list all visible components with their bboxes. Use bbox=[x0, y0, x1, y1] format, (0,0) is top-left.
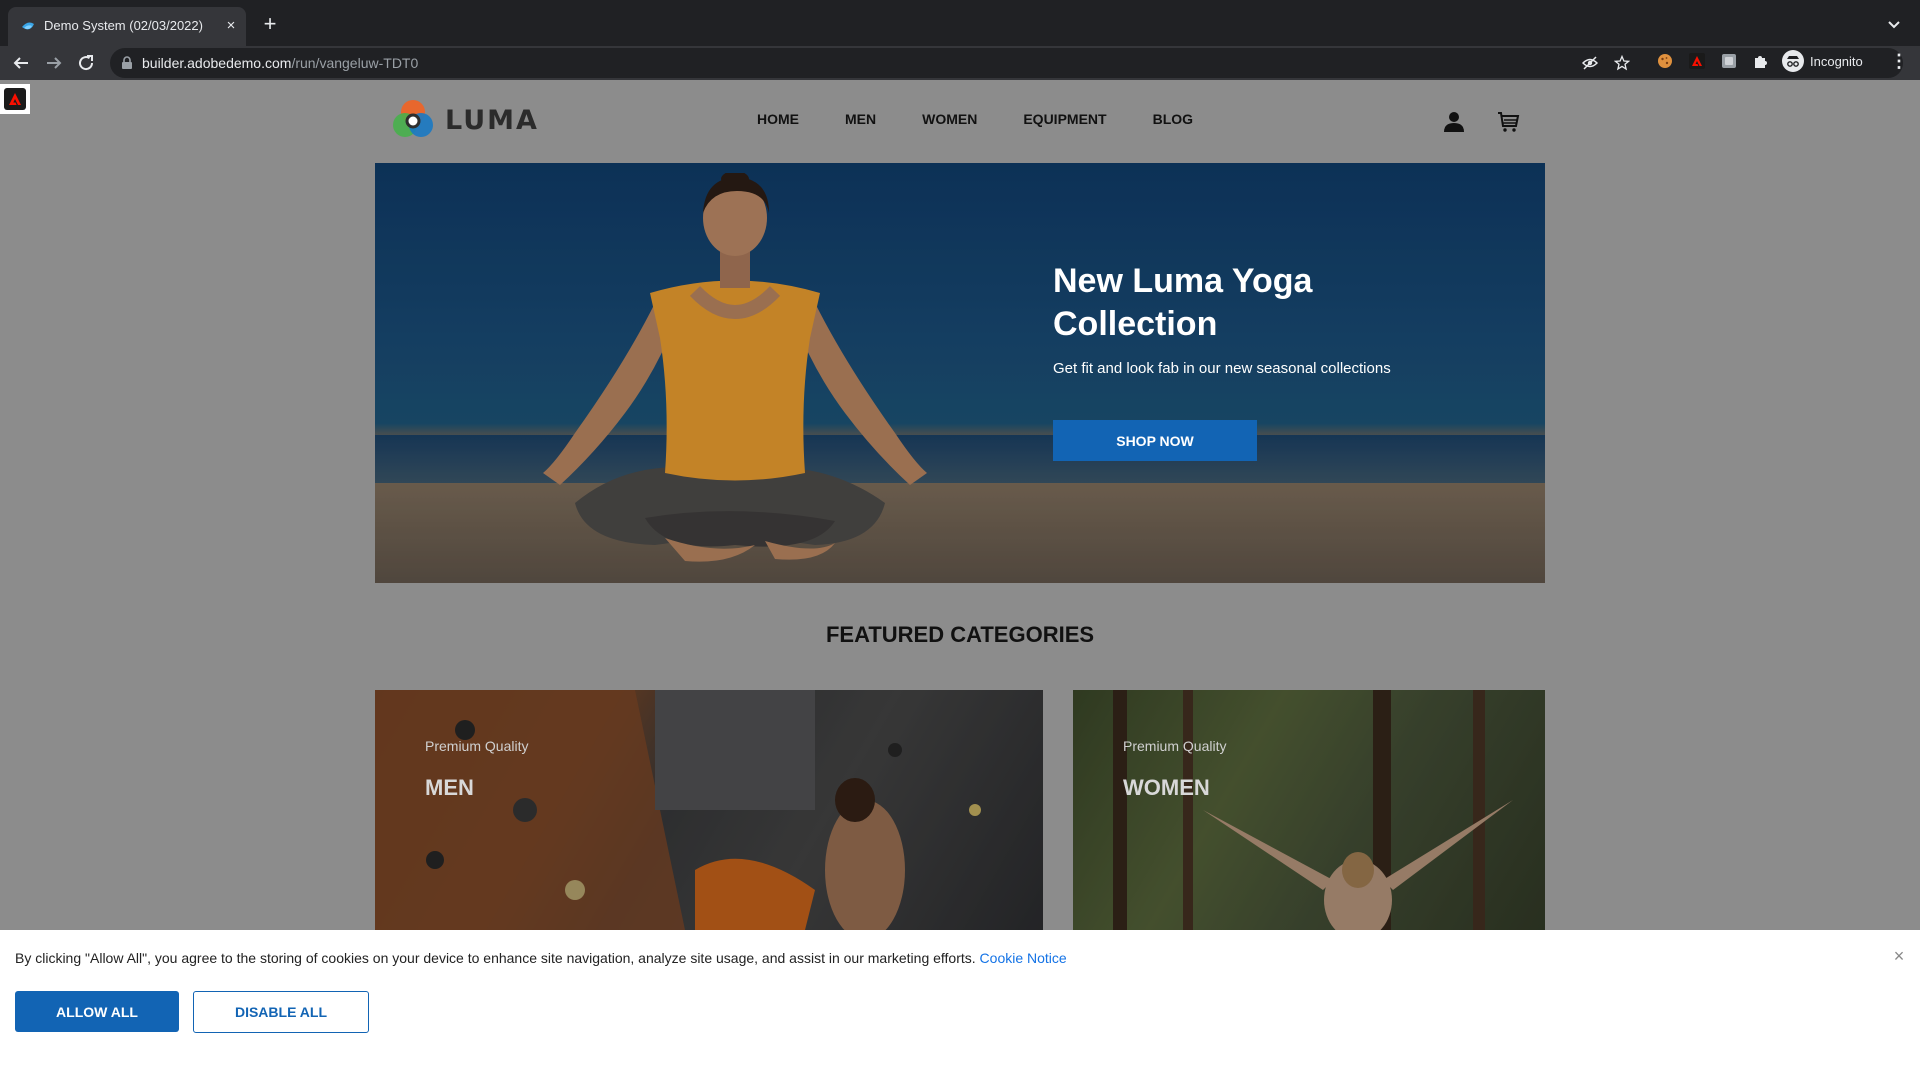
back-button[interactable] bbox=[8, 50, 34, 76]
extension-icon bbox=[1722, 54, 1736, 68]
url-path: /run/vangeluw-TDT0 bbox=[291, 55, 419, 71]
new-tab-button[interactable]: + bbox=[258, 13, 282, 37]
category-name: MEN bbox=[425, 775, 474, 800]
url-domain: builder.adobedemo.com bbox=[142, 55, 292, 71]
incognito-icon bbox=[1782, 50, 1804, 72]
nav-home[interactable]: HOME bbox=[757, 111, 799, 127]
tab-title: Demo System (02/03/2022) bbox=[44, 18, 203, 33]
account-button[interactable] bbox=[1440, 108, 1468, 136]
address-bar[interactable]: builder.adobedemo.com/run/vangeluw-TDT0 bbox=[110, 48, 1903, 78]
disable-all-button[interactable]: DISABLE ALL bbox=[193, 991, 369, 1033]
adobe-extension-button[interactable] bbox=[1688, 52, 1706, 70]
hero-subtitle: Get fit and look fab in our new seasonal… bbox=[1053, 360, 1391, 377]
extension-button[interactable] bbox=[1720, 52, 1738, 70]
cookie-message-text: By clicking "Allow All", you agree to th… bbox=[15, 950, 976, 966]
account-icon bbox=[1444, 112, 1464, 132]
category-kicker: Premium Quality bbox=[1123, 738, 1227, 754]
adobe-debugger-badge[interactable] bbox=[0, 84, 30, 114]
browser-menu-icon[interactable]: ⋮ bbox=[1890, 50, 1908, 72]
nav-equipment[interactable]: EQUIPMENT bbox=[1023, 111, 1106, 127]
category-kicker: Premium Quality bbox=[425, 738, 529, 754]
bookmark-button[interactable] bbox=[1613, 54, 1631, 72]
cart-icon bbox=[1498, 112, 1520, 132]
main-navigation: HOME MEN WOMEN EQUIPMENT BLOG bbox=[757, 111, 1239, 127]
nav-blog[interactable]: BLOG bbox=[1153, 111, 1193, 127]
tab-favicon-icon bbox=[22, 22, 34, 30]
browser-tab-active[interactable]: Demo System (02/03/2022) × bbox=[8, 7, 246, 46]
shop-now-button[interactable]: SHOP NOW bbox=[1053, 420, 1257, 461]
adobe-logo-icon bbox=[4, 88, 26, 110]
cookie-notice-link[interactable]: Cookie Notice bbox=[980, 950, 1067, 966]
cookie-message: By clicking "Allow All", you agree to th… bbox=[15, 950, 1067, 966]
cookie-consent-banner: By clicking "Allow All", you agree to th… bbox=[0, 930, 1920, 1080]
adobe-extension-icon bbox=[1689, 53, 1705, 69]
star-icon bbox=[1614, 55, 1630, 71]
close-icon[interactable]: × bbox=[1890, 947, 1908, 965]
nav-women[interactable]: WOMEN bbox=[922, 111, 977, 127]
hero-title: New Luma Yoga Collection bbox=[1053, 262, 1313, 343]
hero-banner: New Luma Yoga Collection Get fit and loo… bbox=[375, 163, 1545, 583]
nav-men[interactable]: MEN bbox=[845, 111, 876, 127]
category-name: WOMEN bbox=[1123, 775, 1210, 800]
eye-off-icon bbox=[1582, 56, 1598, 70]
luma-logo-icon bbox=[393, 100, 433, 137]
featured-categories-title: FEATURED CATEGORIES bbox=[825, 622, 1095, 647]
tab-search-chevron-icon[interactable] bbox=[1884, 14, 1904, 34]
allow-all-button[interactable]: ALLOW ALL bbox=[15, 991, 179, 1032]
cookie-extension-icon bbox=[1658, 54, 1672, 68]
reload-icon bbox=[79, 55, 94, 71]
puzzle-icon bbox=[1755, 56, 1767, 68]
category-card-women[interactable]: Premium Quality WOMEN bbox=[1073, 690, 1545, 930]
incognito-label: Incognito bbox=[1810, 53, 1863, 69]
cookie-extension-button[interactable] bbox=[1656, 52, 1674, 70]
category-overlay bbox=[375, 690, 1043, 930]
reload-button[interactable] bbox=[73, 50, 99, 76]
incognito-profile-button[interactable]: Incognito bbox=[1782, 49, 1863, 73]
url-text: builder.adobedemo.com/run/vangeluw-TDT0 bbox=[142, 55, 418, 71]
page-viewport: LUMA HOME MEN WOMEN EQUIPMENT BLOG New L… bbox=[0, 80, 1920, 1080]
category-overlay bbox=[1073, 690, 1545, 930]
cart-button[interactable] bbox=[1494, 108, 1522, 136]
category-card-men[interactable]: Premium Quality MEN bbox=[375, 690, 1043, 930]
back-arrow-icon bbox=[13, 57, 28, 69]
tracking-blocked-button[interactable] bbox=[1581, 54, 1599, 72]
browser-tab-strip: Demo System (02/03/2022) × + bbox=[0, 0, 1920, 46]
browser-toolbar: builder.adobedemo.com/run/vangeluw-TDT0 bbox=[0, 46, 1920, 80]
forward-arrow-icon bbox=[47, 57, 62, 69]
lock-icon bbox=[122, 56, 132, 69]
luma-logo[interactable]: LUMA bbox=[391, 98, 539, 142]
tab-close-icon[interactable]: × bbox=[221, 16, 241, 36]
forward-button[interactable] bbox=[41, 50, 67, 76]
site-header: LUMA HOME MEN WOMEN EQUIPMENT BLOG bbox=[375, 80, 1545, 162]
extensions-menu-button[interactable] bbox=[1752, 52, 1770, 70]
logo-text: LUMA bbox=[445, 104, 539, 136]
